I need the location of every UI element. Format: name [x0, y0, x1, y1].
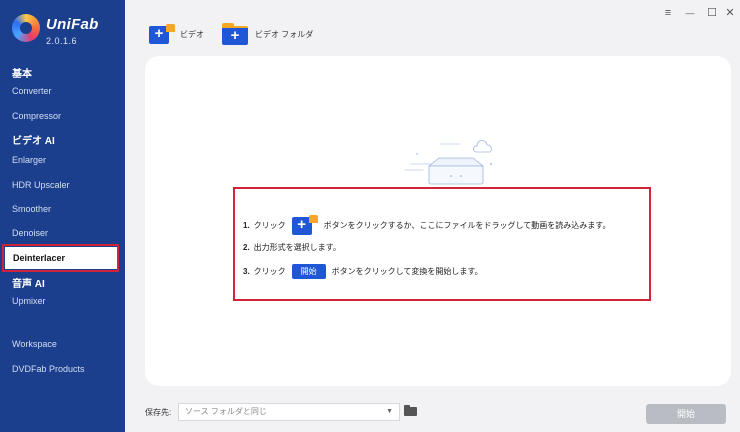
section-audio-ai: 音声 AI [12, 279, 45, 290]
step-2-number: 2. [243, 243, 250, 252]
maximize-icon[interactable]: ☐ [705, 6, 719, 20]
step-2-text: 出力形式を選択します。 [253, 243, 341, 252]
sidebar-item-workspace[interactable]: Workspace [0, 334, 125, 354]
sidebar: UniFab 2.0.1.6 基本 Converter Compressor ビ… [0, 0, 125, 432]
add-video-folder-button[interactable]: ビデオ フォルダ [222, 20, 313, 48]
sidebar-item-compressor[interactable]: Compressor [0, 106, 125, 126]
app-name: UniFab [46, 16, 99, 33]
brand: UniFab 2.0.1.6 [12, 14, 122, 54]
section-video-ai: ビデオ AI [12, 136, 55, 147]
sidebar-item-converter[interactable]: Converter [0, 81, 125, 101]
save-location-select[interactable]: ソース フォルダと同じ ▼ [178, 403, 400, 421]
instruction-step-2: 2. 出力形式を選択します。 [243, 242, 341, 253]
menu-icon[interactable]: ≡ [661, 6, 675, 20]
instruction-step-3: 3. クリック 開始 ボタンをクリックして変換を開始します。 [243, 264, 483, 279]
step-1-prefix: クリック [253, 220, 286, 230]
section-basic: 基本 [12, 69, 32, 80]
add-video-folder-label: ビデオ フォルダ [255, 29, 314, 39]
instruction-step-1: 1. クリック ボタンをクリックするか、ここにファイルをドラッグして動画を読み込… [243, 215, 610, 235]
sidebar-item-upmixer[interactable]: Upmixer [0, 291, 125, 311]
step-3-suffix: ボタンをクリックして変換を開始します。 [331, 267, 483, 276]
step-1-suffix: ボタンをクリックするか、ここにファイルをドラッグして動画を読み込みます。 [323, 220, 611, 230]
sidebar-item-smoother[interactable]: Smoother [0, 199, 125, 219]
highlight-frame [2, 244, 119, 272]
app-version: 2.0.1.6 [46, 36, 78, 46]
add-video-inline-icon [291, 215, 318, 235]
add-video-button[interactable]: ビデオ [149, 20, 204, 48]
chevron-down-icon: ▼ [386, 408, 393, 415]
step-1-number: 1. [243, 220, 250, 230]
unifab-logo-icon [12, 14, 40, 42]
empty-box-illustration-icon [403, 140, 499, 189]
save-to-label: 保存先: [145, 408, 172, 417]
add-video-icon [149, 24, 175, 44]
start-button[interactable]: 開始 [646, 404, 726, 424]
sidebar-item-hdr-upscaler[interactable]: HDR Upscaler [0, 175, 125, 195]
minimize-icon[interactable]: — [683, 6, 697, 20]
sidebar-item-dvdfab-products[interactable]: DVDFab Products [0, 359, 125, 379]
step-3-prefix: クリック [253, 267, 286, 276]
drop-zone-panel[interactable]: 1. クリック ボタンをクリックするか、ここにファイルをドラッグして動画を読み込… [145, 56, 731, 386]
sidebar-item-enlarger[interactable]: Enlarger [0, 150, 125, 170]
save-location-value: ソース フォルダと同じ [185, 407, 267, 416]
instructions-box: 1. クリック ボタンをクリックするか、ここにファイルをドラッグして動画を読み込… [233, 187, 651, 301]
close-icon[interactable]: ✕ [723, 6, 737, 20]
add-video-label: ビデオ [180, 29, 204, 39]
add-folder-icon [222, 23, 250, 45]
step-3-number: 3. [243, 267, 250, 276]
sidebar-item-denoiser[interactable]: Denoiser [0, 223, 125, 243]
browse-folder-icon[interactable] [404, 405, 417, 417]
start-chip-badge: 開始 [291, 264, 326, 279]
